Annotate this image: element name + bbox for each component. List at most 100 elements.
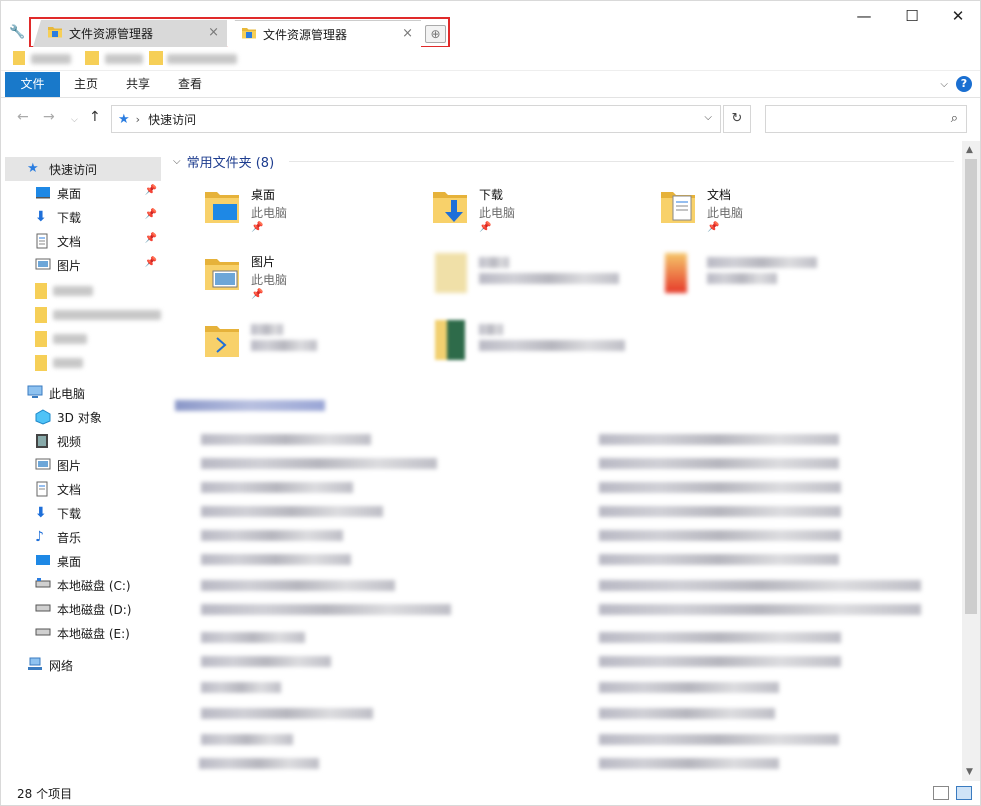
- sidebar-item-downloads-pc[interactable]: ⬇ 下载: [5, 501, 161, 525]
- folder-icon[interactable]: [85, 51, 99, 65]
- computer-icon: [27, 385, 43, 401]
- desktop-icon: [35, 185, 51, 201]
- sidebar-item-desktop[interactable]: 桌面 📌: [5, 181, 161, 205]
- film-icon: [35, 433, 51, 449]
- list-item[interactable]: [201, 580, 395, 591]
- vertical-scrollbar[interactable]: ▲ ▼: [962, 141, 980, 781]
- sidebar-item-drive-e[interactable]: 本地磁盘 (E:): [5, 621, 161, 645]
- list-item-path: [599, 758, 779, 769]
- pin-icon[interactable]: 📌: [145, 257, 157, 268]
- list-item[interactable]: [201, 708, 373, 719]
- list-item[interactable]: [201, 682, 281, 693]
- wrench-icon[interactable]: 🔧: [9, 25, 25, 41]
- close-icon[interactable]: ×: [208, 25, 219, 40]
- up-arrow-icon[interactable]: ↑: [89, 109, 101, 125]
- tab-explorer-2[interactable]: 文件资源管理器 ×: [227, 20, 421, 47]
- folder-tile-redacted[interactable]: [169, 280, 389, 357]
- folder-tile-downloads[interactable]: 下载 此电脑 📌: [397, 146, 617, 233]
- folder-icon: [241, 26, 257, 43]
- large-icons-view-icon[interactable]: [956, 786, 972, 800]
- sidebar-item-pictures-pc[interactable]: 图片: [5, 453, 161, 477]
- redacted-group-title[interactable]: [175, 400, 325, 411]
- sidebar-item-redacted-folder[interactable]: [5, 351, 161, 375]
- list-item-path: [599, 506, 841, 517]
- new-tab-button[interactable]: ⊕: [425, 25, 446, 43]
- scroll-up-icon[interactable]: ▲: [966, 145, 973, 155]
- breadcrumb-quick-access[interactable]: 快速访问: [148, 111, 196, 128]
- close-icon[interactable]: ×: [402, 26, 413, 41]
- tab-explorer-1[interactable]: 文件资源管理器 ×: [33, 20, 227, 47]
- redacted-bookmark[interactable]: [105, 54, 143, 64]
- sidebar-item-redacted-folder[interactable]: [5, 279, 161, 303]
- maximize-button[interactable]: ☐: [889, 7, 935, 27]
- list-item-path: [599, 482, 841, 493]
- list-item[interactable]: [201, 458, 437, 469]
- folder-icon[interactable]: [13, 51, 25, 65]
- list-item[interactable]: [201, 506, 383, 517]
- music-note-icon: ♪: [35, 529, 44, 545]
- pin-icon[interactable]: 📌: [145, 209, 157, 220]
- sidebar-item-3d-objects[interactable]: 3D 对象: [5, 405, 161, 429]
- help-icon[interactable]: ?: [956, 76, 972, 92]
- sidebar-item-desktop-pc[interactable]: 桌面: [5, 549, 161, 573]
- sidebar-item-quick-access[interactable]: ★ 快速访问: [5, 157, 161, 181]
- folder-icon[interactable]: [149, 51, 163, 65]
- list-item-path: [599, 632, 841, 643]
- recent-locations-chevron-icon[interactable]: ⌵: [71, 115, 78, 125]
- sidebar-item-pictures[interactable]: 图片 📌: [5, 253, 161, 277]
- download-icon: ⬇: [35, 505, 47, 521]
- list-item[interactable]: [201, 434, 371, 445]
- sidebar-item-this-pc[interactable]: 此电脑: [5, 381, 161, 405]
- list-item[interactable]: [201, 656, 331, 667]
- sidebar-item-documents-pc[interactable]: 文档: [5, 477, 161, 501]
- ribbon-tab-share[interactable]: 共享: [115, 72, 161, 97]
- sidebar-item-videos[interactable]: 视频: [5, 429, 161, 453]
- pin-icon[interactable]: 📌: [145, 233, 157, 244]
- folder-icon: [35, 283, 47, 299]
- folder-tile-redacted[interactable]: [625, 213, 845, 293]
- details-view-icon[interactable]: [933, 786, 949, 800]
- sidebar-item-redacted-folder[interactable]: [5, 327, 161, 351]
- ribbon-tab-file[interactable]: 文件: [5, 72, 60, 97]
- list-item[interactable]: [201, 734, 293, 745]
- folder-tile-desktop[interactable]: 桌面 此电脑 📌: [169, 146, 389, 233]
- redacted-bookmark[interactable]: [31, 54, 71, 64]
- sidebar-item-network[interactable]: 网络: [5, 653, 161, 677]
- chevron-down-icon[interactable]: ⌵: [940, 79, 948, 90]
- folder-tile-documents[interactable]: 文档 此电脑 📌: [625, 146, 845, 233]
- scrollbar-thumb[interactable]: [965, 159, 977, 614]
- list-item-path: [599, 656, 841, 667]
- list-item[interactable]: [201, 530, 343, 541]
- sidebar-item-drive-d[interactable]: 本地磁盘 (D:): [5, 597, 161, 621]
- ribbon-tab-home[interactable]: 主页: [63, 72, 109, 97]
- list-item[interactable]: [201, 482, 353, 493]
- chevron-down-icon[interactable]: ⌵: [704, 112, 712, 123]
- sidebar-item-music[interactable]: ♪ 音乐: [5, 525, 161, 549]
- sidebar-item-redacted-folder[interactable]: [5, 303, 161, 327]
- close-button[interactable]: ✕: [935, 7, 981, 27]
- list-item[interactable]: [199, 758, 319, 769]
- search-icon[interactable]: ⌕: [951, 111, 958, 126]
- address-bar[interactable]: ★ › 快速访问 ⌵: [111, 105, 721, 133]
- ribbon-tab-view[interactable]: 查看: [167, 72, 213, 97]
- redacted-bookmark[interactable]: [167, 54, 237, 64]
- minimize-button[interactable]: —: [841, 7, 887, 27]
- scroll-down-icon[interactable]: ▼: [966, 767, 973, 777]
- folder-tile-redacted[interactable]: [397, 213, 619, 293]
- sidebar-item-label: 下载: [57, 210, 82, 225]
- list-item[interactable]: [201, 554, 351, 565]
- search-input[interactable]: [770, 107, 940, 131]
- refresh-button[interactable]: ↻: [723, 105, 751, 133]
- sidebar-item-documents[interactable]: 文档 📌: [5, 229, 161, 253]
- list-item[interactable]: [201, 604, 451, 615]
- search-box[interactable]: ⌕: [765, 105, 967, 133]
- list-item[interactable]: [201, 632, 305, 643]
- folder-tile-pictures[interactable]: 图片 此电脑 📌: [169, 213, 389, 300]
- folder-tile-redacted[interactable]: [397, 280, 625, 360]
- sidebar-item-downloads[interactable]: ⬇ 下载 📌: [5, 205, 161, 229]
- redacted-subtitle: [479, 340, 625, 351]
- pin-icon[interactable]: 📌: [145, 185, 157, 196]
- back-arrow-icon[interactable]: ←: [17, 109, 29, 125]
- forward-arrow-icon[interactable]: →: [43, 109, 55, 125]
- sidebar-item-drive-c[interactable]: 本地磁盘 (C:): [5, 573, 161, 597]
